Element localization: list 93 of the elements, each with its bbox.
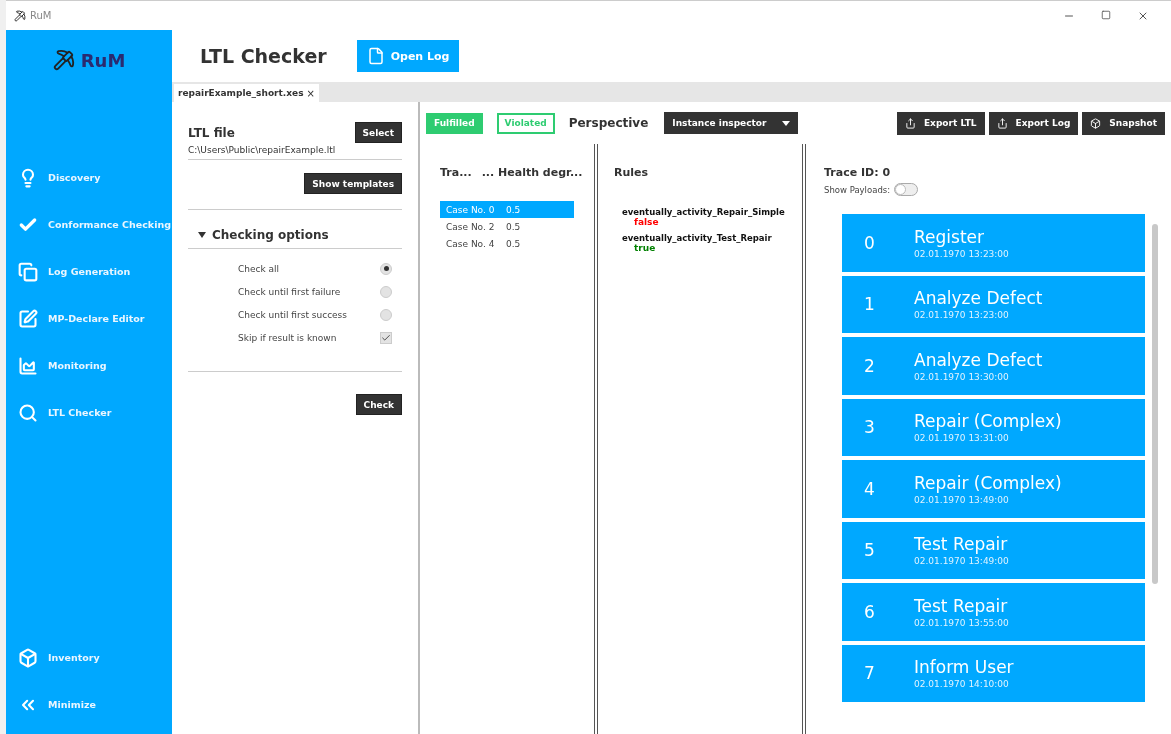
radio-button[interactable] [380, 262, 392, 275]
event-time: 02.01.1970 14:10:00 [914, 679, 1010, 690]
edit-icon [18, 308, 38, 329]
trace-title: Trace ID: 0 [824, 166, 892, 179]
column-header: Rules [614, 166, 649, 179]
rule-name: eventually_activity_Repair_Simple [622, 207, 786, 217]
sidebar-item[interactable]: Conformance Checking [6, 201, 172, 248]
event-name: Repair (Complex) [914, 472, 1063, 493]
event-card[interactable]: 3 Repair (Complex) 02.01.1970 13:31:00 [842, 398, 1145, 456]
sidebar-item[interactable]: Discovery [6, 154, 172, 201]
rule-name: eventually_activity_Test_Repair [622, 233, 773, 243]
toolbar-button[interactable]: Export Log [988, 111, 1079, 135]
area-chart-icon [18, 355, 38, 376]
event-time: 02.01.1970 13:23:00 [914, 248, 1010, 259]
event-index: 7 [864, 663, 876, 684]
export-icon [904, 117, 916, 129]
event-time: 02.01.1970 13:23:00 [914, 310, 1010, 321]
event-name: Register [914, 226, 985, 247]
event-card[interactable]: 1 Analyze Defect 02.01.1970 13:23:00 [842, 275, 1145, 333]
filter-button[interactable]: Violated [496, 112, 555, 134]
option-label: Check until first failure [238, 286, 342, 297]
show-templates-button[interactable]: Show templates [304, 173, 402, 194]
event-index: 0 [864, 232, 876, 253]
checkbox[interactable] [380, 331, 392, 344]
sidebar-item[interactable]: MP-Declare Editor [6, 295, 172, 342]
event-name: Analyze Defect [914, 288, 1044, 309]
pickaxe-icon [14, 9, 26, 22]
event-index: 1 [864, 294, 876, 315]
trace-row[interactable]: Case No. 4 0.5 [440, 235, 574, 252]
column-header[interactable]: ... Health degr... [481, 166, 583, 179]
sidebar-item[interactable]: Minimize [6, 681, 172, 728]
trace-row[interactable]: Case No. 0 0.5 [440, 201, 574, 218]
file-tab[interactable]: repairExample_short.xes × [174, 84, 319, 102]
perspective-label: Perspective [568, 116, 649, 130]
close-tab-icon[interactable]: × [306, 87, 315, 99]
event-name: Inform User [914, 657, 1015, 678]
cube-icon [18, 647, 38, 668]
event-name: Repair (Complex) [914, 411, 1063, 432]
trace-row[interactable]: Case No. 2 0.5 [440, 218, 574, 235]
option-label: Skip if result is known [238, 332, 338, 343]
search-icon [18, 402, 38, 423]
toolbar-button[interactable]: Export LTL [896, 111, 985, 135]
event-card[interactable]: 0 Register 02.01.1970 13:23:00 [842, 214, 1145, 272]
sidebar-item[interactable]: Monitoring [6, 342, 172, 389]
event-time: 02.01.1970 13:49:00 [914, 556, 1010, 567]
event-card[interactable]: 5 Test Repair 02.01.1970 13:49:00 [842, 521, 1145, 579]
event-time: 02.01.1970 13:55:00 [914, 617, 1010, 628]
option-label: Check until first success [238, 309, 348, 320]
rule-result: false [633, 217, 660, 227]
event-index: 4 [864, 478, 876, 499]
event-index: 3 [864, 417, 876, 438]
toolbar-button[interactable]: Snapshot [1082, 111, 1165, 135]
section-header[interactable]: Checking options [188, 210, 402, 249]
rule-result: true [633, 243, 657, 253]
export-icon [996, 117, 1008, 129]
event-time: 02.01.1970 13:30:00 [914, 371, 1010, 382]
perspective-dropdown[interactable]: Instance inspector [664, 112, 799, 134]
event-name: Analyze Defect [914, 349, 1044, 370]
section-title: LTL file [188, 125, 235, 140]
pickaxe-icon [52, 49, 75, 71]
document-icon [366, 47, 385, 65]
event-card[interactable]: 2 Analyze Defect 02.01.1970 13:30:00 [842, 337, 1145, 395]
event-index: 2 [864, 355, 876, 376]
toggle-label: Show Payloads: [824, 184, 891, 195]
cube-icon [1090, 117, 1102, 129]
event-index: 6 [864, 601, 876, 622]
check-button[interactable]: Check [355, 394, 402, 415]
filter-button[interactable]: Fulfilled [426, 112, 483, 134]
event-name: Test Repair [914, 595, 1009, 616]
open-log-button[interactable]: Open Log [356, 40, 460, 72]
radio-button[interactable] [380, 285, 392, 298]
radio-button[interactable] [380, 308, 392, 321]
scrollbar-thumb[interactable] [1152, 224, 1158, 584]
event-card[interactable]: 6 Test Repair 02.01.1970 13:55:00 [842, 583, 1145, 641]
select-button[interactable]: Select [354, 122, 402, 143]
event-card[interactable]: 7 Inform User 02.01.1970 14:10:00 [842, 644, 1145, 702]
sidebar-item[interactable]: Log Generation [6, 248, 172, 295]
event-name: Test Repair [914, 534, 1009, 555]
column-header[interactable]: Tra... [440, 166, 472, 179]
app-logo: RuM [80, 49, 126, 71]
event-time: 02.01.1970 13:31:00 [914, 433, 1010, 444]
event-time: 02.01.1970 13:49:00 [914, 494, 1010, 505]
toggle-switch[interactable] [894, 183, 919, 196]
event-card[interactable]: 4 Repair (Complex) 02.01.1970 13:49:00 [842, 460, 1145, 518]
window-title: RuM [30, 10, 52, 21]
event-index: 5 [864, 540, 876, 561]
file-path-field[interactable]: C:\Users\Public\repairExample.ltl [188, 143, 402, 160]
page-title: LTL Checker [200, 45, 327, 67]
maximize-icon[interactable] [1101, 9, 1111, 20]
sidebar-item[interactable]: LTL Checker [6, 389, 172, 436]
sidebar-item[interactable]: Inventory [6, 634, 172, 681]
option-label: Check all [238, 263, 281, 274]
pages-icon [18, 261, 38, 282]
